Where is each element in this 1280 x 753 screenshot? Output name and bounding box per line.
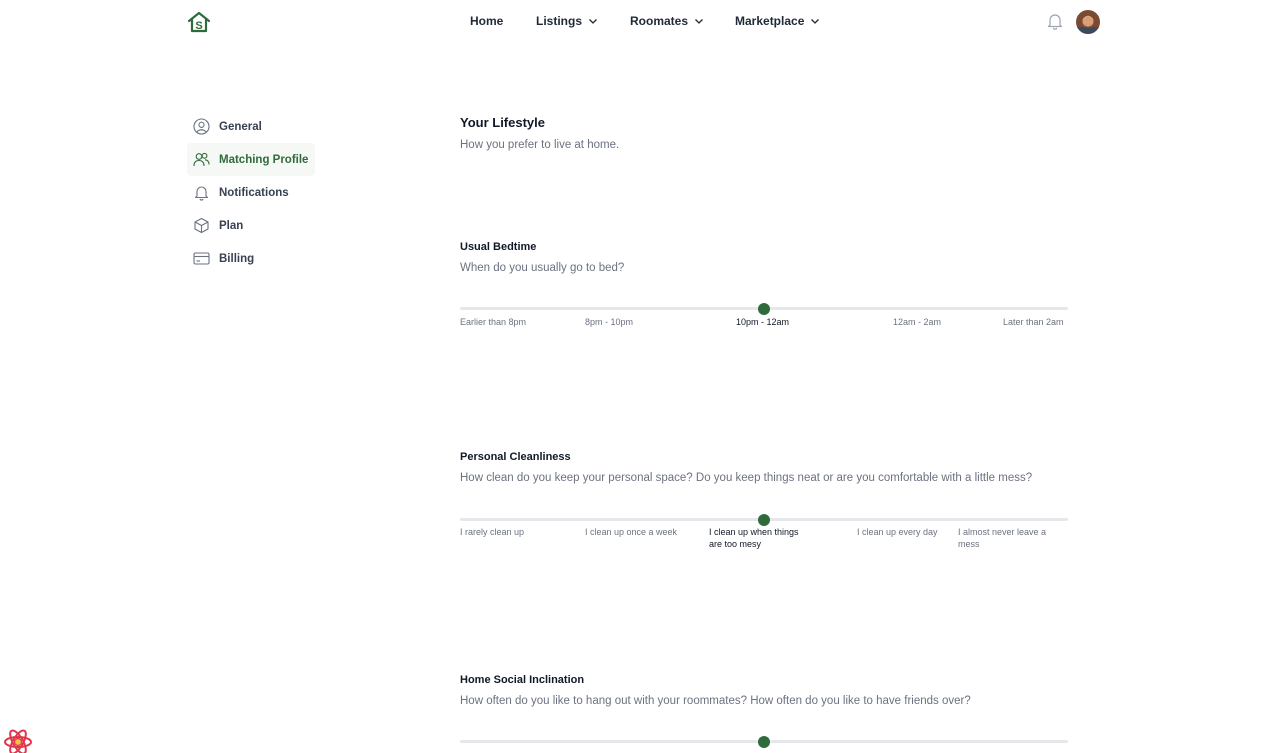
- svg-text:S: S: [195, 20, 202, 32]
- sidebar-item-matching-profile[interactable]: Matching Profile: [187, 143, 315, 176]
- sidebar-item-general[interactable]: General: [187, 110, 315, 143]
- question-title-bedtime: Usual Bedtime: [460, 241, 537, 253]
- matching-profile-form: Your Lifestyle How you prefer to live at…: [460, 0, 1070, 753]
- sidebar-item-billing[interactable]: Billing: [187, 242, 315, 275]
- social-slider-thumb[interactable]: [758, 736, 770, 748]
- sidebar-item-label: Plan: [219, 219, 244, 232]
- sidebar-item-label: Matching Profile: [219, 153, 309, 166]
- sidebar-item-notifications[interactable]: Notifications: [187, 176, 315, 209]
- bell-icon: [194, 186, 209, 201]
- bedtime-slider-thumb[interactable]: [758, 303, 770, 315]
- question-description-cleanliness: How clean do you keep your personal spac…: [460, 472, 1033, 484]
- question-title-social: Home Social Inclination: [460, 674, 585, 686]
- bedtime-option[interactable]: Later than 2am: [1003, 317, 1064, 329]
- house-logo-icon[interactable]: S: [187, 11, 211, 33]
- question-description-social: How often do you like to hang out with y…: [460, 695, 971, 707]
- avatar-photo-icon: [1076, 10, 1100, 34]
- cube-icon: [194, 217, 209, 234]
- sidebar-item-label: Billing: [219, 252, 255, 265]
- bedtime-option-selected[interactable]: 10pm - 12am: [736, 317, 789, 329]
- section-description: How you prefer to live at home.: [460, 139, 620, 151]
- question-description-bedtime: When do you usually go to bed?: [460, 262, 625, 274]
- user-avatar[interactable]: [1076, 10, 1100, 34]
- cleanliness-option[interactable]: I clean up every day: [857, 527, 952, 539]
- users-icon: [193, 152, 210, 167]
- cleanliness-option[interactable]: I rarely clean up: [460, 527, 560, 539]
- react-devtools-icon[interactable]: [3, 729, 33, 753]
- cleanliness-option-selected[interactable]: I clean up when things are too mesy: [709, 527, 813, 550]
- sidebar-item-label: General: [219, 120, 262, 133]
- bedtime-option[interactable]: 12am - 2am: [893, 317, 941, 329]
- cleanliness-option[interactable]: I clean up once a week: [585, 527, 695, 539]
- sidebar-item-plan[interactable]: Plan: [187, 209, 315, 242]
- settings-sidebar: General Matching Profile Notifications P…: [187, 110, 315, 275]
- user-circle-icon: [193, 118, 210, 135]
- credit-card-icon: [193, 252, 210, 265]
- cleanliness-option[interactable]: I almost never leave a mess: [958, 527, 1058, 550]
- cleanliness-slider-thumb[interactable]: [758, 514, 770, 526]
- question-title-cleanliness: Personal Cleanliness: [460, 451, 571, 463]
- bedtime-option[interactable]: Earlier than 8pm: [460, 317, 526, 329]
- section-title: Your Lifestyle: [460, 115, 546, 130]
- bedtime-option[interactable]: 8pm - 10pm: [585, 317, 633, 329]
- sidebar-item-label: Notifications: [219, 186, 289, 199]
